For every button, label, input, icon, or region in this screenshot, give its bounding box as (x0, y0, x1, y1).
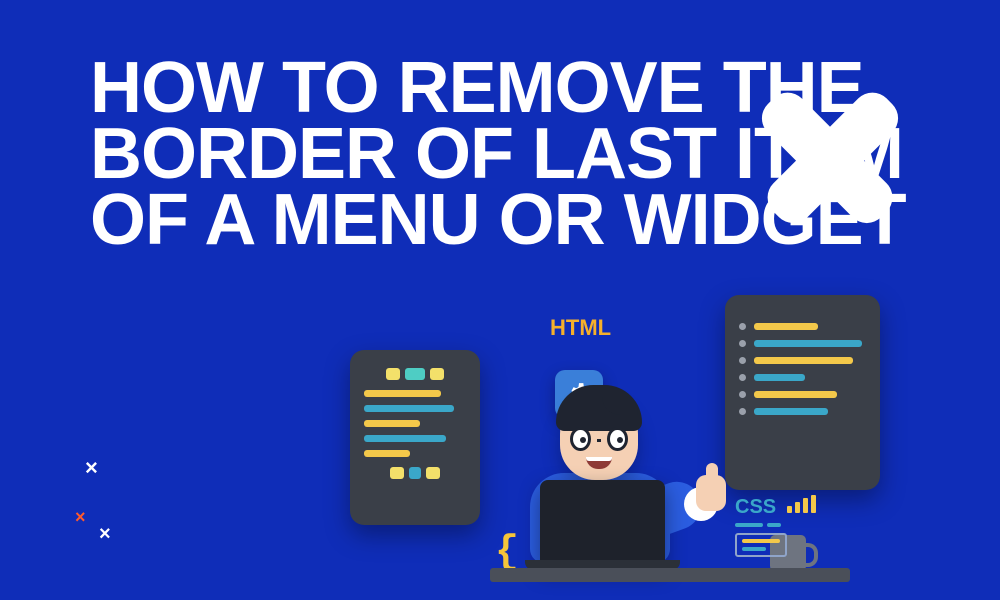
desk (490, 568, 850, 582)
css-label: CSS (735, 496, 776, 519)
bar-chart-icon (787, 495, 816, 513)
decor-x-icon: × (75, 507, 86, 528)
swatch-icon (735, 533, 787, 557)
html-label: HTML (550, 315, 611, 341)
code-panel-right (725, 295, 880, 490)
close-icon (730, 55, 930, 255)
developer-avatar (560, 395, 638, 480)
code-panel-left (350, 350, 480, 525)
developer-illustration: HTML { } CSS (340, 300, 900, 600)
decor-x-icon: × (85, 455, 98, 481)
laptop-icon (540, 480, 665, 565)
decor-x-icon: × (99, 523, 111, 546)
css-label-group: CSS (735, 495, 816, 562)
